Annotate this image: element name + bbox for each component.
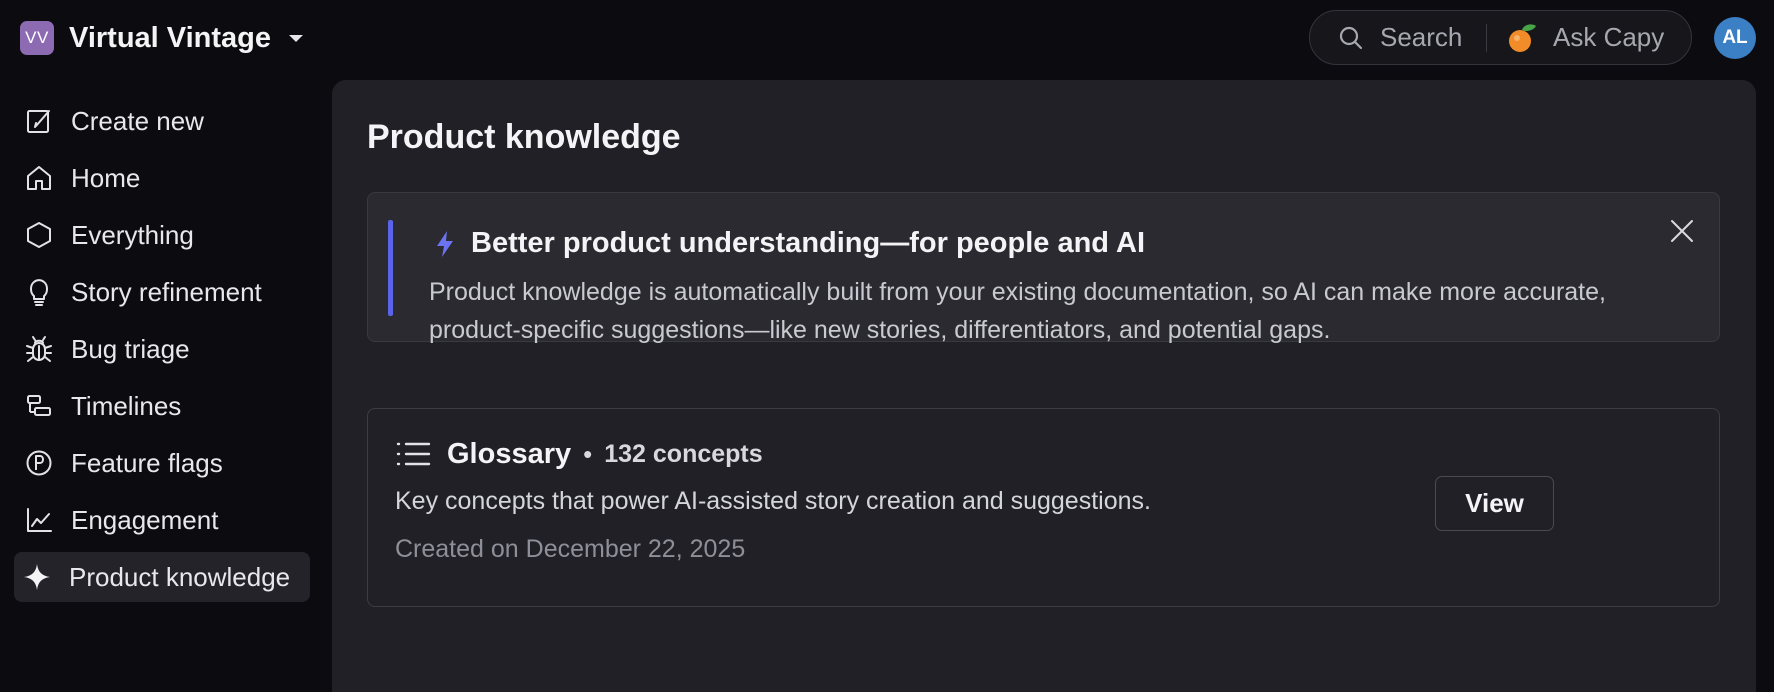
main-panel: Product knowledge Better product underst… [332,80,1756,692]
sidebar-item-label: Bug triage [71,333,190,364]
sidebar-item-label: Engagement [71,504,219,535]
view-button[interactable]: View [1435,476,1554,531]
flag-circle-icon [26,450,52,476]
sidebar-item-story-refinement[interactable]: Story refinement [14,267,310,317]
app-window: VV Virtual Vintage Search Ask Capy AL Cr… [0,0,1774,692]
page-title: Product knowledge [367,118,681,156]
ask-capy-label: Ask Capy [1553,22,1665,52]
sidebar-item-timelines[interactable]: Timelines [14,381,310,431]
sidebar-item-product-knowledge[interactable]: Product knowledge [14,552,310,602]
sidebar-item-bug-triage[interactable]: Bug triage [14,324,310,374]
banner-title: Better product understanding—for people … [471,227,1145,259]
glossary-card: Glossary • 132 concepts Key concepts tha… [367,408,1720,607]
glossary-description: Key concepts that power AI-assisted stor… [395,487,1151,515]
close-icon [1671,220,1693,242]
info-banner: Better product understanding—for people … [367,192,1720,344]
bug-icon [26,336,52,362]
home-icon [27,166,51,190]
sidebar-item-label: Product knowledge [69,561,291,592]
banner-text: Product knowledge is automatically built… [429,278,1606,344]
hexagon-icon [27,222,51,248]
sidebar-item-label: Create new [71,105,204,136]
workspace-name: Virtual Vintage [69,21,271,54]
list-icon [396,442,431,466]
close-banner-button[interactable] [1665,214,1699,248]
sidebar-item-label: Everything [71,219,194,250]
line-chart-icon [27,508,52,532]
top-bar: VV Virtual Vintage Search Ask Capy AL [0,0,1774,78]
capy-orange-icon [1509,23,1536,52]
search-icon [1339,26,1363,49]
workspace-switcher[interactable]: VV Virtual Vintage [20,20,303,56]
sidebar-item-engagement[interactable]: Engagement [14,495,310,545]
sparkle-icon [24,564,50,590]
search-label: Search [1380,22,1463,52]
sidebar-item-feature-flags[interactable]: Feature flags [14,438,310,488]
bullet-separator: • [583,438,593,469]
caret-down-icon [289,34,303,42]
glossary-title: Glossary [447,437,572,470]
lightning-icon [437,231,453,257]
sidebar-item-label: Timelines [71,390,182,421]
glossary-header: Glossary • 132 concepts [395,437,763,471]
search-button[interactable]: Search [1310,11,1486,64]
user-avatar[interactable]: AL [1714,17,1756,59]
compose-icon [27,110,50,133]
created-date: Created on December 22, 2025 [395,535,746,563]
sidebar-item-label: Home [71,162,141,193]
sidebar-item-label: Story refinement [71,276,262,307]
search-bar: Search Ask Capy [1309,10,1692,65]
ask-capy-button[interactable]: Ask Capy [1487,11,1664,64]
workspace-logo: VV [20,21,54,55]
sidebar-item-create-new[interactable]: Create new [14,96,310,146]
lightbulb-icon [30,279,48,306]
sidebar-item-label: Feature flags [71,447,223,478]
concept-count: 132 concepts [604,439,763,468]
sidebar-item-home[interactable]: Home [14,153,310,203]
sidebar-item-everything[interactable]: Everything [14,210,310,260]
timeline-icon [27,395,51,416]
banner-accent-bar [388,220,393,316]
